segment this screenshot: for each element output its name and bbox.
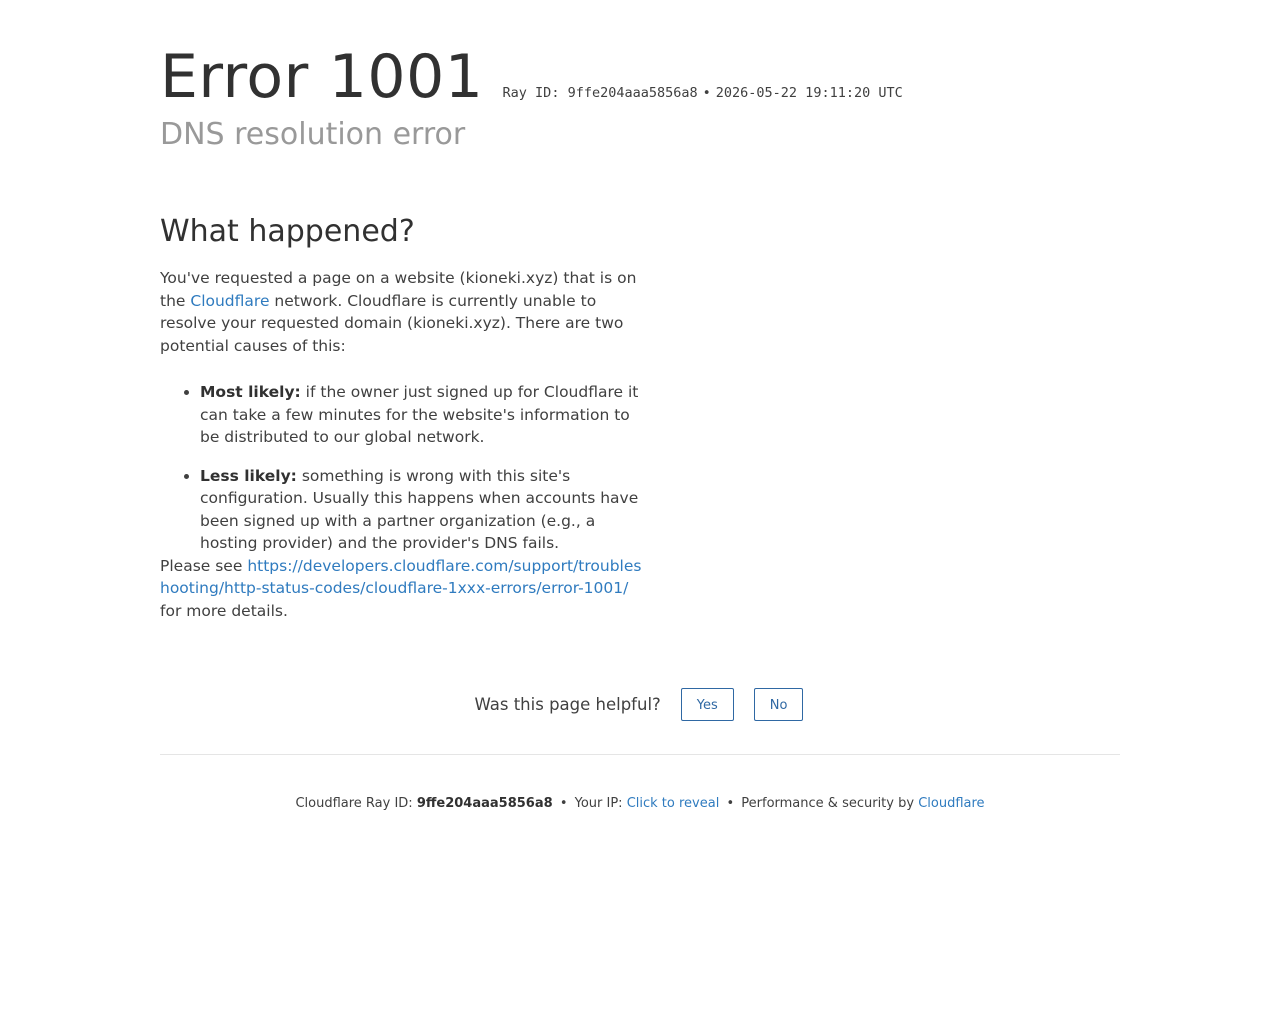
error-header: Error 1001 Ray ID: 9ffe204aaa5856a8 • 2026-… — [160, 42, 903, 112]
error-word: Error — [160, 42, 309, 112]
error-code: 1001 — [328, 42, 484, 112]
footer-cloudflare-link[interactable]: Cloudflare — [918, 796, 984, 811]
footer: Cloudflare Ray ID: 9ffe204aaa5856a8 • Yo… — [160, 795, 1120, 813]
yes-button[interactable]: Yes — [680, 688, 734, 721]
feedback-question: Was this page helpful? — [474, 695, 661, 714]
cloudflare-link[interactable]: Cloudflare — [190, 292, 269, 310]
intro-paragraph: You've requested a page on a website (ki… — [160, 267, 642, 357]
ray-meta: Ray ID: 9ffe204aaa5856a8 • 2026-05-22 19:1… — [503, 85, 903, 101]
causes-list: Most likely: if the owner just signed up… — [160, 381, 642, 555]
details-prefix: Please see — [160, 556, 248, 575]
no-button[interactable]: No — [753, 688, 804, 721]
ray-id-value: 9ffe204aaa5856a8 — [567, 85, 698, 101]
list-item: Less likely: something is wrong with thi… — [200, 465, 642, 555]
reveal-ip-link[interactable]: Click to reveal — [627, 796, 720, 811]
list-item: Most likely: if the owner just signed up… — [200, 381, 642, 449]
cause-label: Most likely: — [200, 383, 301, 401]
details-suffix: for more details. — [160, 601, 288, 620]
footer-ip-label: Your IP: — [574, 796, 627, 811]
what-happened-heading: What happened? — [160, 214, 415, 249]
footer-ray-id: 9ffe204aaa5856a8 — [416, 796, 553, 811]
feedback-section: Was this page helpful? Yes No — [160, 688, 1120, 721]
what-happened-content: You've requested a page on a website (ki… — [160, 267, 642, 622]
details-paragraph: Please see https://developers.cloudflare… — [160, 555, 642, 623]
cause-label: Less likely: — [200, 466, 297, 485]
error-subtitle: DNS resolution error — [160, 117, 466, 152]
footer-bullet: • — [559, 796, 568, 811]
error-timestamp: 2026-05-22 19:11:20 UTC — [715, 85, 903, 101]
header-bullet: • — [702, 85, 711, 101]
footer-bullet: • — [726, 796, 735, 811]
footer-perf-label: Performance & security by — [741, 796, 919, 811]
footer-ray-label: Cloudflare Ray ID: — [295, 796, 417, 811]
ray-id-label: Ray ID: — [502, 85, 560, 101]
error-title: Error 1001 — [160, 42, 483, 112]
footer-divider — [160, 754, 1120, 755]
